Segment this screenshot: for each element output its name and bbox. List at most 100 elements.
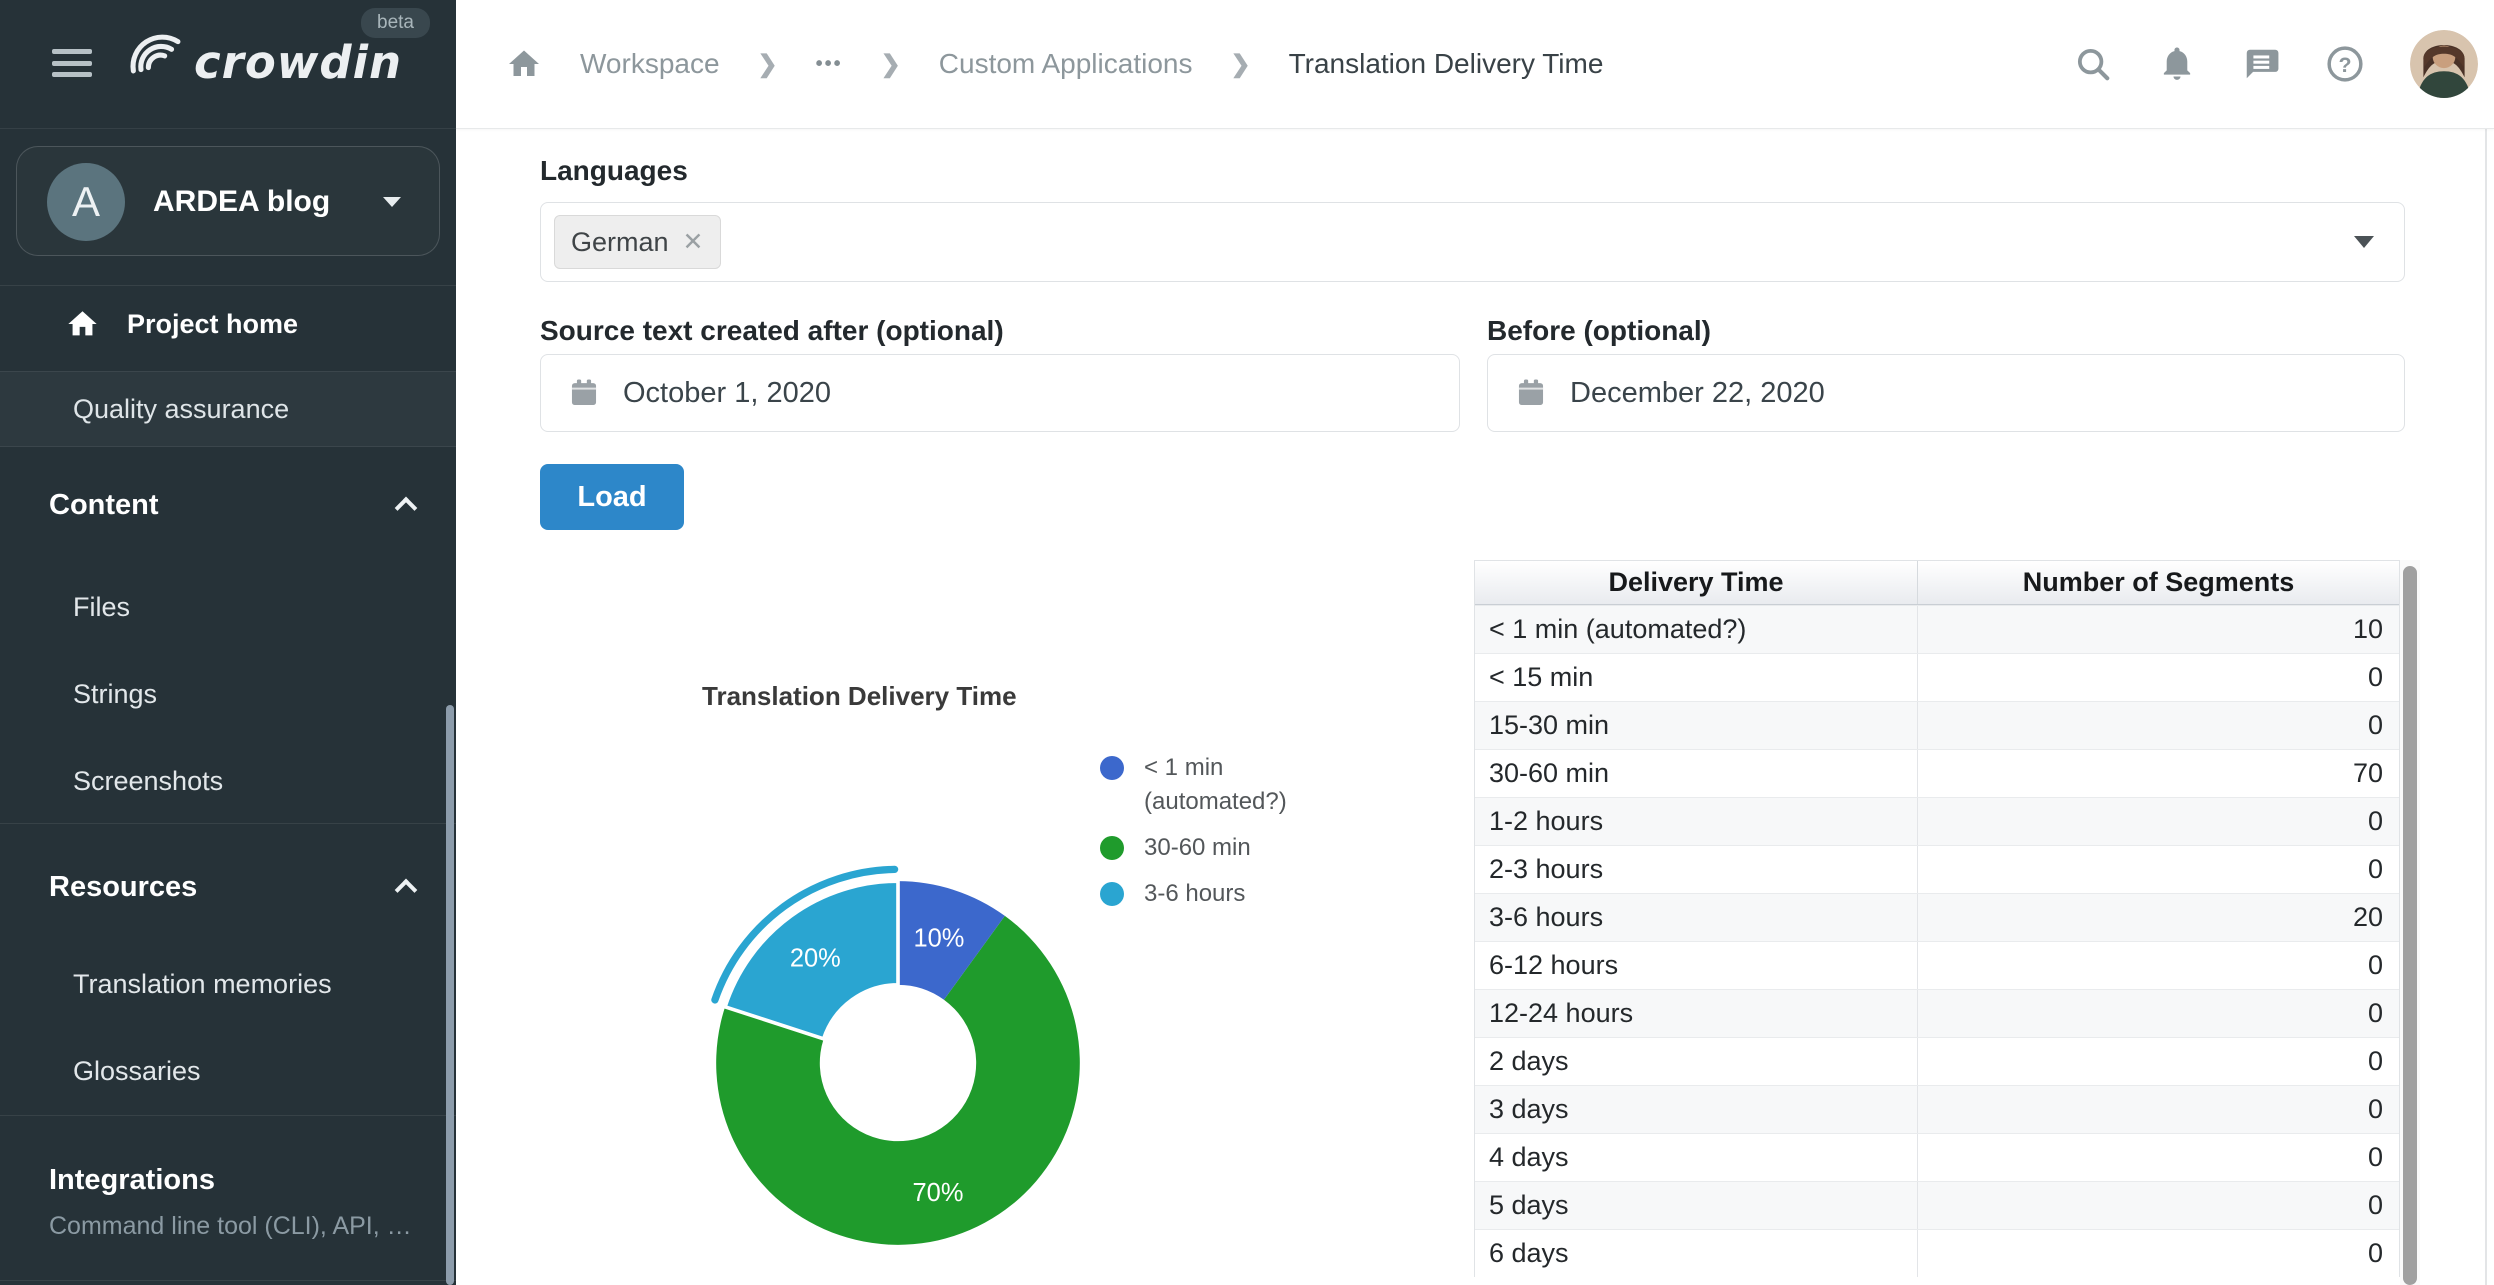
cell-delivery-time: 30-60 min <box>1475 750 1918 797</box>
breadcrumb-collapsed[interactable]: ••• <box>816 53 843 76</box>
sidebar-item-screenshots[interactable]: Screenshots <box>0 759 456 803</box>
cell-delivery-time: 4 days <box>1475 1134 1918 1181</box>
cell-segments: 70 <box>1918 750 2399 797</box>
page-scrollbar-track <box>2485 129 2487 1285</box>
table-row[interactable]: 15-30 min0 <box>1475 701 2399 749</box>
table-row[interactable]: 1-2 hours0 <box>1475 797 2399 845</box>
project-switcher[interactable]: A ARDEA blog <box>16 146 440 256</box>
topbar: Workspace ❯ ••• ❯ Custom Applications ❯ … <box>456 0 2494 129</box>
topbar-actions: ? <box>2074 30 2494 98</box>
cell-delivery-time: 12-24 hours <box>1475 990 1918 1037</box>
hamburger-menu-icon[interactable] <box>52 49 92 77</box>
table-row[interactable]: 5 days0 <box>1475 1181 2399 1229</box>
sidebar-header: crowdin beta <box>0 0 456 129</box>
cell-segments: 10 <box>1918 606 2399 653</box>
sidebar-item-strings[interactable]: Strings <box>0 672 456 716</box>
divider <box>0 1280 456 1281</box>
brand-wordmark: crowdin <box>194 36 402 89</box>
table-row[interactable]: 6 days0 <box>1475 1229 2399 1277</box>
cell-segments: 0 <box>1918 1038 2399 1085</box>
legend-dot-green <box>1100 836 1124 860</box>
crowdin-logo[interactable]: crowdin <box>124 34 402 90</box>
table-scrollbar-thumb[interactable] <box>2403 566 2417 1285</box>
beta-badge: beta <box>361 8 430 38</box>
chevron-right-icon: ❯ <box>1230 50 1250 79</box>
column-header-delivery-time[interactable]: Delivery Time <box>1475 561 1918 604</box>
section-header-label: Integrations <box>49 1164 215 1197</box>
search-icon[interactable] <box>2074 45 2112 83</box>
cell-segments: 0 <box>1918 798 2399 845</box>
table-scrollbar <box>2400 560 2420 1285</box>
user-avatar[interactable] <box>2410 30 2478 98</box>
sidebar-scrollbar[interactable] <box>446 705 454 1285</box>
created-after-value: October 1, 2020 <box>623 377 831 410</box>
sidebar-section-content[interactable]: Content <box>0 480 456 530</box>
help-icon[interactable]: ? <box>2326 45 2364 83</box>
cell-delivery-time: 15-30 min <box>1475 702 1918 749</box>
table-row[interactable]: 6-12 hours0 <box>1475 941 2399 989</box>
cell-segments: 0 <box>1918 654 2399 701</box>
cell-delivery-time: 2-3 hours <box>1475 846 1918 893</box>
table-row[interactable]: 2 days0 <box>1475 1037 2399 1085</box>
created-after-input[interactable]: October 1, 2020 <box>540 354 1460 432</box>
cell-segments: 0 <box>1918 1182 2399 1229</box>
sidebar-item-label: Strings <box>73 679 157 710</box>
home-icon[interactable] <box>506 46 542 82</box>
cell-segments: 0 <box>1918 846 2399 893</box>
chevron-up-icon <box>395 497 418 520</box>
pct-label-blue: 10% <box>913 925 964 953</box>
home-icon <box>64 307 101 341</box>
sidebar-item-quality-assurance[interactable]: Quality assurance <box>0 371 456 447</box>
column-header-number-of-segments[interactable]: Number of Segments <box>1918 561 2399 604</box>
table-row[interactable]: 30-60 min70 <box>1475 749 2399 797</box>
table-row[interactable]: 12-24 hours0 <box>1475 989 2399 1037</box>
before-input[interactable]: December 22, 2020 <box>1487 354 2405 432</box>
legend-label: 30-60 min <box>1144 831 1251 865</box>
breadcrumb-custom-applications[interactable]: Custom Applications <box>939 48 1193 80</box>
remove-tag-icon[interactable]: ✕ <box>683 227 704 257</box>
bell-icon[interactable] <box>2158 45 2196 83</box>
before-value: December 22, 2020 <box>1570 377 1825 410</box>
table-header-row: Delivery Time Number of Segments <box>1475 561 2399 605</box>
table-row[interactable]: 4 days0 <box>1475 1133 2399 1181</box>
chevron-down-icon <box>383 197 401 207</box>
delivery-time-table: Delivery Time Number of Segments < 1 min… <box>1474 560 2400 1277</box>
sidebar-item-label: Screenshots <box>73 766 223 797</box>
sidebar-item-project-home[interactable]: Project home <box>0 292 456 356</box>
calendar-icon <box>1514 376 1548 410</box>
cell-segments: 0 <box>1918 942 2399 989</box>
sidebar-item-files[interactable]: Files <box>0 585 456 629</box>
language-tag-label: German <box>571 227 669 258</box>
table-row[interactable]: < 1 min (automated?)10 <box>1475 605 2399 653</box>
sidebar-section-resources[interactable]: Resources <box>0 862 456 912</box>
table-row[interactable]: 2-3 hours0 <box>1475 845 2399 893</box>
sidebar-section-integrations[interactable]: Integrations <box>0 1158 456 1202</box>
table-row[interactable]: < 15 min0 <box>1475 653 2399 701</box>
divider <box>0 285 456 286</box>
languages-select[interactable]: German ✕ <box>540 202 2405 282</box>
chart-title: Translation Delivery Time <box>702 681 1017 712</box>
sidebar-item-label: Translation memories <box>73 969 332 1000</box>
sidebar-item-label: Quality assurance <box>73 394 289 425</box>
divider <box>0 823 456 824</box>
legend-label-line2: (automated?) <box>1144 785 1287 819</box>
load-button[interactable]: Load <box>540 464 684 530</box>
pct-label-teal: 20% <box>790 945 841 973</box>
legend-dot-blue <box>1100 756 1124 780</box>
chat-icon[interactable] <box>2242 45 2280 83</box>
sidebar-item-glossaries[interactable]: Glossaries <box>0 1049 456 1093</box>
svg-text:?: ? <box>2338 53 2351 77</box>
created-after-label: Source text created after (optional) <box>540 315 1004 347</box>
legend-label: < 1 min <box>1144 751 1287 785</box>
cell-segments: 0 <box>1918 1230 2399 1277</box>
section-header-label: Content <box>49 489 159 522</box>
breadcrumb-workspace[interactable]: Workspace <box>580 48 720 80</box>
sidebar-item-translation-memories[interactable]: Translation memories <box>0 962 456 1006</box>
table-row[interactable]: 3-6 hours20 <box>1475 893 2399 941</box>
language-tag-german: German ✕ <box>554 215 721 269</box>
cell-delivery-time: 2 days <box>1475 1038 1918 1085</box>
project-avatar: A <box>47 163 125 241</box>
cell-delivery-time: 3 days <box>1475 1086 1918 1133</box>
table-row[interactable]: 3 days0 <box>1475 1085 2399 1133</box>
cell-delivery-time: 6 days <box>1475 1230 1918 1277</box>
